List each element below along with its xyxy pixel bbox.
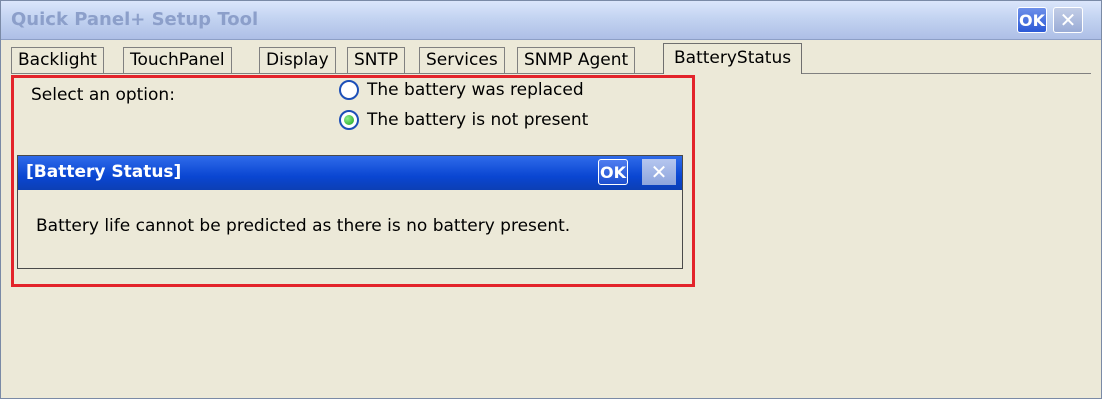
- tab-display[interactable]: Display: [259, 47, 336, 73]
- tab-touchpanel[interactable]: TouchPanel: [123, 47, 232, 73]
- dialog-title: [Battery Status]: [26, 162, 182, 182]
- dialog-close-button[interactable]: ✕: [642, 159, 676, 185]
- radio-battery-not-present[interactable]: The battery is not present: [339, 109, 588, 131]
- tab-backlight[interactable]: Backlight: [11, 47, 104, 73]
- window-close-button[interactable]: ✕: [1053, 7, 1083, 33]
- tab-services[interactable]: Services: [419, 47, 505, 73]
- select-option-label: Select an option:: [31, 85, 175, 105]
- close-icon: ✕: [650, 160, 668, 184]
- radio-battery-replaced[interactable]: The battery was replaced: [339, 79, 584, 101]
- radio-label-replaced: The battery was replaced: [367, 80, 584, 100]
- tab-baseline: [11, 73, 1091, 74]
- radio-label-not-present: The battery is not present: [367, 110, 589, 130]
- dialog-ok-button[interactable]: OK: [598, 159, 628, 185]
- dialog-message: Battery life cannot be predicted as ther…: [36, 216, 571, 236]
- radio-unchecked-icon: [339, 80, 359, 100]
- setup-tool-window: Quick Panel+ Setup Tool OK ✕ Backlight T…: [0, 0, 1102, 399]
- window-titlebar: Quick Panel+ Setup Tool OK ✕: [1, 1, 1101, 40]
- tab-batterystatus[interactable]: BatteryStatus: [663, 43, 803, 74]
- tab-snmp-agent[interactable]: SNMP Agent: [517, 47, 636, 73]
- window-ok-button[interactable]: OK: [1017, 7, 1047, 33]
- tab-strip: Backlight TouchPanel Display SNTP Servic…: [1, 41, 1101, 75]
- window-title: Quick Panel+ Setup Tool: [11, 9, 259, 30]
- close-icon: ✕: [1059, 8, 1077, 32]
- radio-checked-icon: [339, 110, 359, 130]
- dialog-titlebar: [Battery Status] OK ✕: [18, 156, 682, 190]
- battery-status-dialog: [Battery Status] OK ✕ Battery life canno…: [17, 155, 683, 269]
- tab-sntp[interactable]: SNTP: [347, 47, 406, 73]
